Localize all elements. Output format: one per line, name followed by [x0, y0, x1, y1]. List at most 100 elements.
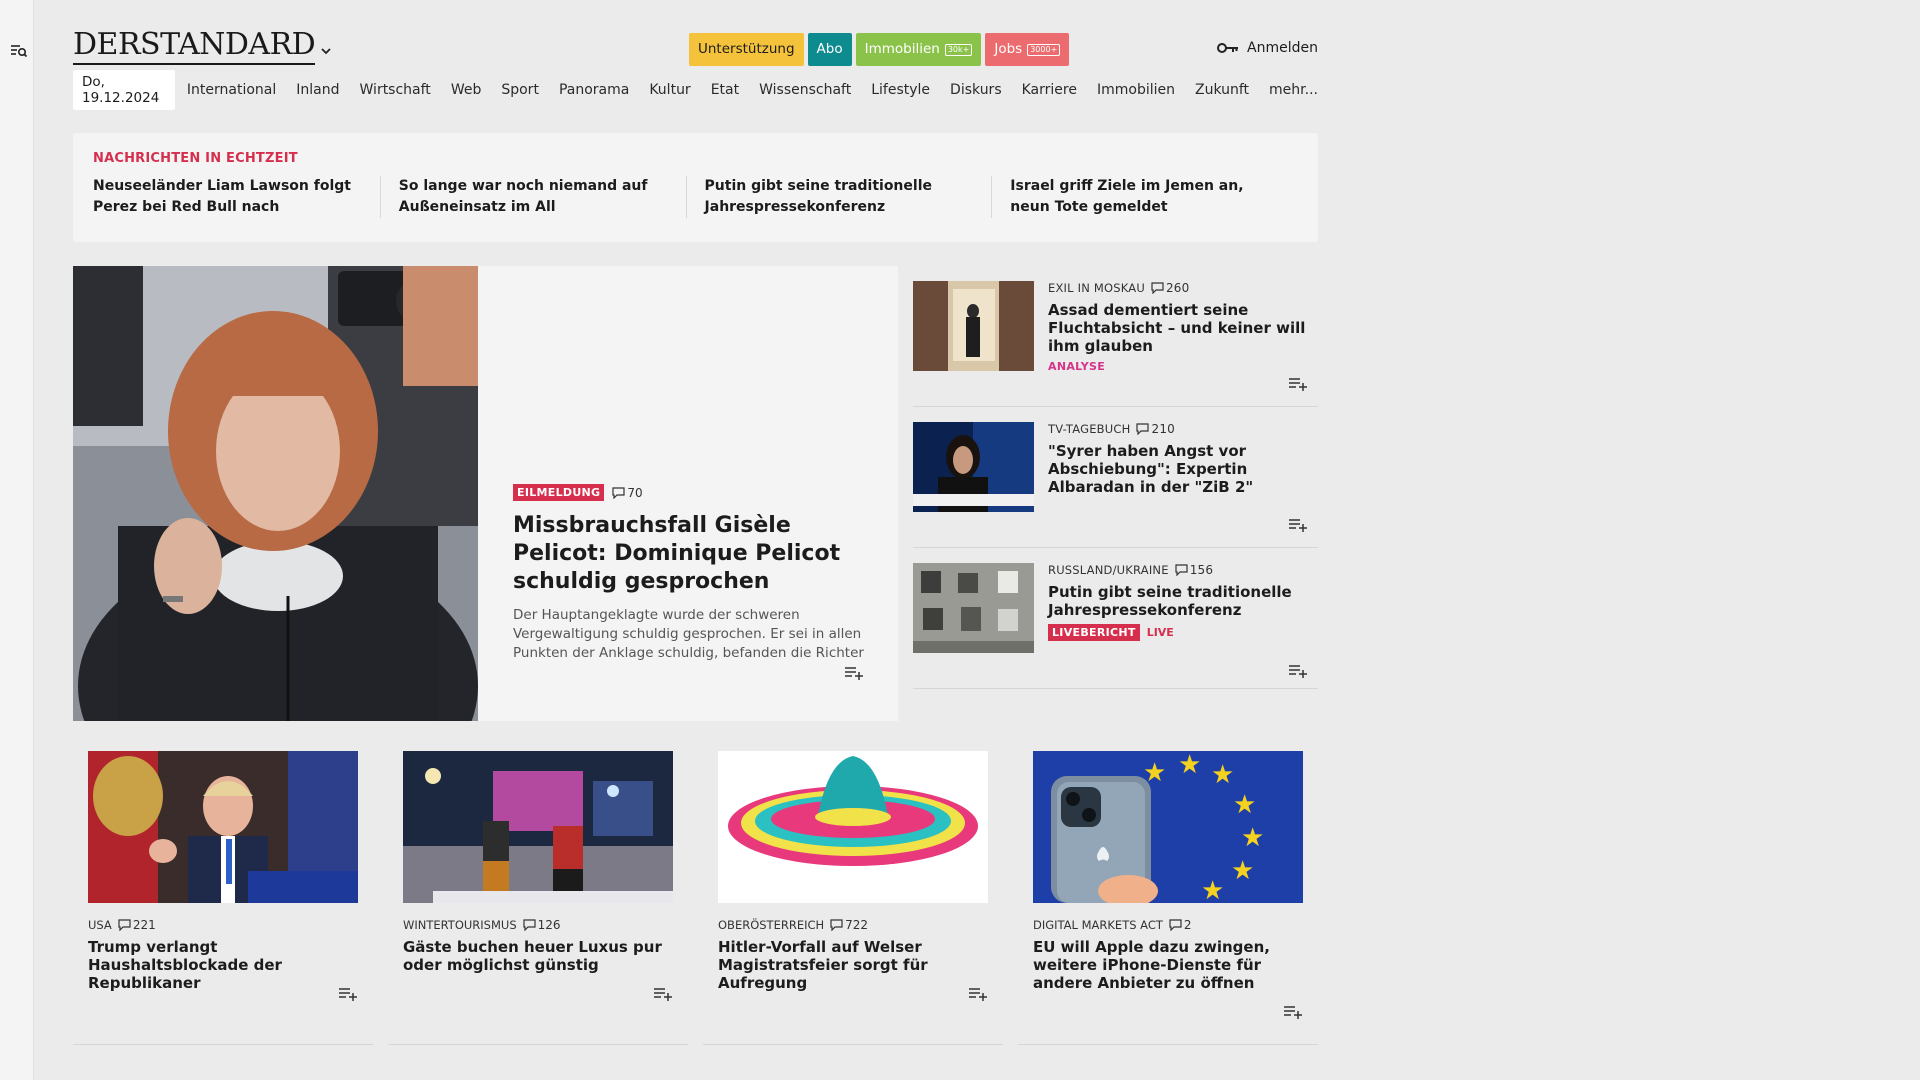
comment-count-value: 70: [627, 485, 643, 500]
jobs-button[interactable]: Jobs 3000+: [985, 33, 1070, 66]
news-ticker: NACHRICHTEN IN ECHTZEIT Neuseeländer Lia…: [73, 133, 1318, 242]
jobs-count-badge: 3000+: [1027, 43, 1061, 56]
article-title[interactable]: Putin gibt seine traditionelle Jahrespre…: [1048, 583, 1308, 619]
immobilien-label: Immobilien: [864, 41, 940, 57]
svg-text:★: ★: [1241, 823, 1264, 853]
live-indicator: LIVE: [1146, 626, 1174, 639]
ticker-item[interactable]: Israel griff Ziele im Jemen an, neun Tot…: [1010, 176, 1298, 218]
nav-item-inland[interactable]: Inland: [296, 82, 339, 98]
nav-item-more[interactable]: mehr...: [1269, 82, 1318, 98]
login-label: Anmelden: [1247, 40, 1318, 56]
comment-count[interactable]: 156: [1175, 563, 1214, 577]
nav-item-etat[interactable]: Etat: [711, 82, 739, 98]
article-card[interactable]: USA 221 Trump verlangt Haushaltsblockade…: [73, 736, 373, 1045]
comment-icon: [523, 919, 536, 931]
article-card[interactable]: ★ ★ ★ ★ ★ ★ ★ DIGITAL MARKETS ACT 2 EU w…: [1018, 736, 1318, 1045]
article-title[interactable]: Assad dementiert seine Fluchtabsicht – u…: [1048, 301, 1308, 355]
header-pills: Unterstützung Abo Immobilien 30k+ Jobs 3…: [689, 33, 1070, 66]
nav-item-wirtschaft[interactable]: Wirtschaft: [360, 82, 431, 98]
support-label: Unterstützung: [698, 41, 795, 57]
comment-icon: [830, 919, 843, 931]
comment-count-value: 156: [1189, 563, 1214, 577]
article-card[interactable]: OBERÖSTERREICH 722 Hitler-Vorfall auf We…: [703, 736, 1003, 1045]
comment-count[interactable]: 210: [1136, 422, 1175, 436]
search-menu-icon[interactable]: [10, 42, 28, 60]
nav-item-wissenschaft[interactable]: Wissenschaft: [759, 82, 851, 98]
nav-item-panorama[interactable]: Panorama: [559, 82, 629, 98]
abo-button[interactable]: Abo: [807, 33, 852, 66]
svg-text:★: ★: [1233, 790, 1256, 820]
article-title[interactable]: Trump verlangt Haushaltsblockade der Rep…: [88, 938, 363, 992]
article-thumbnail: [718, 751, 988, 903]
add-to-list-icon[interactable]: [1288, 663, 1308, 679]
article-kicker: USA 221: [88, 918, 156, 932]
add-to-list-icon[interactable]: [1283, 1004, 1303, 1020]
side-rail: [0, 0, 34, 1080]
article-kicker: OBERÖSTERREICH 722: [718, 918, 868, 932]
add-to-list-icon[interactable]: [968, 986, 988, 1002]
ticker-item[interactable]: Neuseeländer Liam Lawson folgt Perez bei…: [93, 176, 381, 218]
comment-count[interactable]: 260: [1151, 281, 1190, 295]
add-to-list-icon[interactable]: [844, 665, 864, 681]
side-article[interactable]: RUSSLAND/UKRAINE 156 Putin gibt seine tr…: [913, 548, 1318, 689]
abo-label: Abo: [816, 41, 843, 57]
chevron-down-icon[interactable]: [319, 44, 333, 58]
comment-count[interactable]: 70: [612, 485, 643, 500]
svg-text:★: ★: [1201, 876, 1224, 903]
ticker-item[interactable]: Putin gibt seine traditionelle Jahrespre…: [705, 176, 993, 218]
lead-meta: EILMELDUNG 70: [513, 484, 873, 501]
lead-title[interactable]: Missbrauchsfall Gisèle Pelicot: Dominiqu…: [513, 512, 873, 596]
kicker-label: RUSSLAND/UKRAINE: [1048, 563, 1169, 577]
live-row: LIVEBERICHT LIVE: [1048, 624, 1308, 641]
article-title[interactable]: Hitler-Vorfall auf Welser Magistratsfeie…: [718, 938, 993, 992]
article-card[interactable]: WINTERTOURISMUS 126 Gäste buchen heuer L…: [388, 736, 688, 1045]
article-kicker: DIGITAL MARKETS ACT 2: [1033, 918, 1192, 932]
comment-count[interactable]: 221: [118, 918, 156, 932]
comment-count[interactable]: 722: [830, 918, 868, 932]
side-article[interactable]: EXIL IN MOSKAU 260 Assad dementiert sein…: [913, 266, 1318, 407]
article-thumbnail: [88, 751, 358, 903]
ticker-label: NACHRICHTEN IN ECHTZEIT: [93, 151, 298, 166]
article-thumbnail: ★ ★ ★ ★ ★ ★ ★: [1033, 751, 1303, 903]
article-title[interactable]: "Syrer haben Angst vor Abschiebung": Exp…: [1048, 442, 1308, 496]
kicker-label: OBERÖSTERREICH: [718, 918, 825, 932]
logo[interactable]: DERSTANDARD: [73, 28, 316, 65]
side-article-text: RUSSLAND/UKRAINE 156 Putin gibt seine tr…: [1048, 563, 1308, 641]
add-to-list-icon[interactable]: [653, 986, 673, 1002]
lead-article[interactable]: EILMELDUNG 70 Missbrauchsfall Gisèle Pel…: [73, 266, 898, 721]
nav-item-karriere[interactable]: Karriere: [1022, 82, 1077, 98]
support-button[interactable]: Unterstützung: [689, 33, 804, 66]
nav-item-kultur[interactable]: Kultur: [649, 82, 690, 98]
comment-count-value: 722: [845, 918, 869, 932]
comment-count[interactable]: 2: [1169, 918, 1192, 932]
article-kicker: EXIL IN MOSKAU 260: [1048, 281, 1308, 295]
article-title[interactable]: Gäste buchen heuer Luxus pur oder möglic…: [403, 938, 678, 974]
comment-count-value: 260: [1165, 281, 1190, 295]
nav-item-lifestyle[interactable]: Lifestyle: [871, 82, 930, 98]
article-title[interactable]: EU will Apple dazu zwingen, weitere iPho…: [1033, 938, 1308, 992]
nav-item-sport[interactable]: Sport: [501, 82, 539, 98]
nav-item-international[interactable]: International: [187, 82, 276, 98]
immobilien-count-badge: 30k+: [944, 43, 973, 56]
article-thumbnail: [913, 563, 1034, 653]
side-article-text: TV-TAGEBUCH 210 "Syrer haben Angst vor A…: [1048, 422, 1308, 496]
nav-item-zukunft[interactable]: Zukunft: [1195, 82, 1249, 98]
kicker-label: EXIL IN MOSKAU: [1048, 281, 1145, 295]
side-article[interactable]: TV-TAGEBUCH 210 "Syrer haben Angst vor A…: [913, 407, 1318, 548]
lead-photo: [73, 266, 478, 721]
add-to-list-icon[interactable]: [1288, 376, 1308, 392]
lead-body: EILMELDUNG 70 Missbrauchsfall Gisèle Pel…: [513, 484, 873, 663]
nav-item-web[interactable]: Web: [451, 82, 482, 98]
immobilien-button[interactable]: Immobilien 30k+: [855, 33, 982, 66]
nav-item-immobilien[interactable]: Immobilien: [1097, 82, 1175, 98]
add-to-list-icon[interactable]: [1288, 517, 1308, 533]
comment-icon: [1169, 919, 1182, 931]
comment-count[interactable]: 126: [523, 918, 561, 932]
main-nav: Do, 19.12.2024 International Inland Wirt…: [73, 70, 1318, 110]
login-button[interactable]: Anmelden: [1217, 40, 1318, 56]
add-to-list-icon[interactable]: [338, 986, 358, 1002]
nav-item-diskurs[interactable]: Diskurs: [950, 82, 1002, 98]
ticker-item[interactable]: So lange war noch niemand auf Außeneinsa…: [399, 176, 687, 218]
breaking-tag: EILMELDUNG: [513, 484, 605, 501]
comment-icon: [118, 919, 131, 931]
